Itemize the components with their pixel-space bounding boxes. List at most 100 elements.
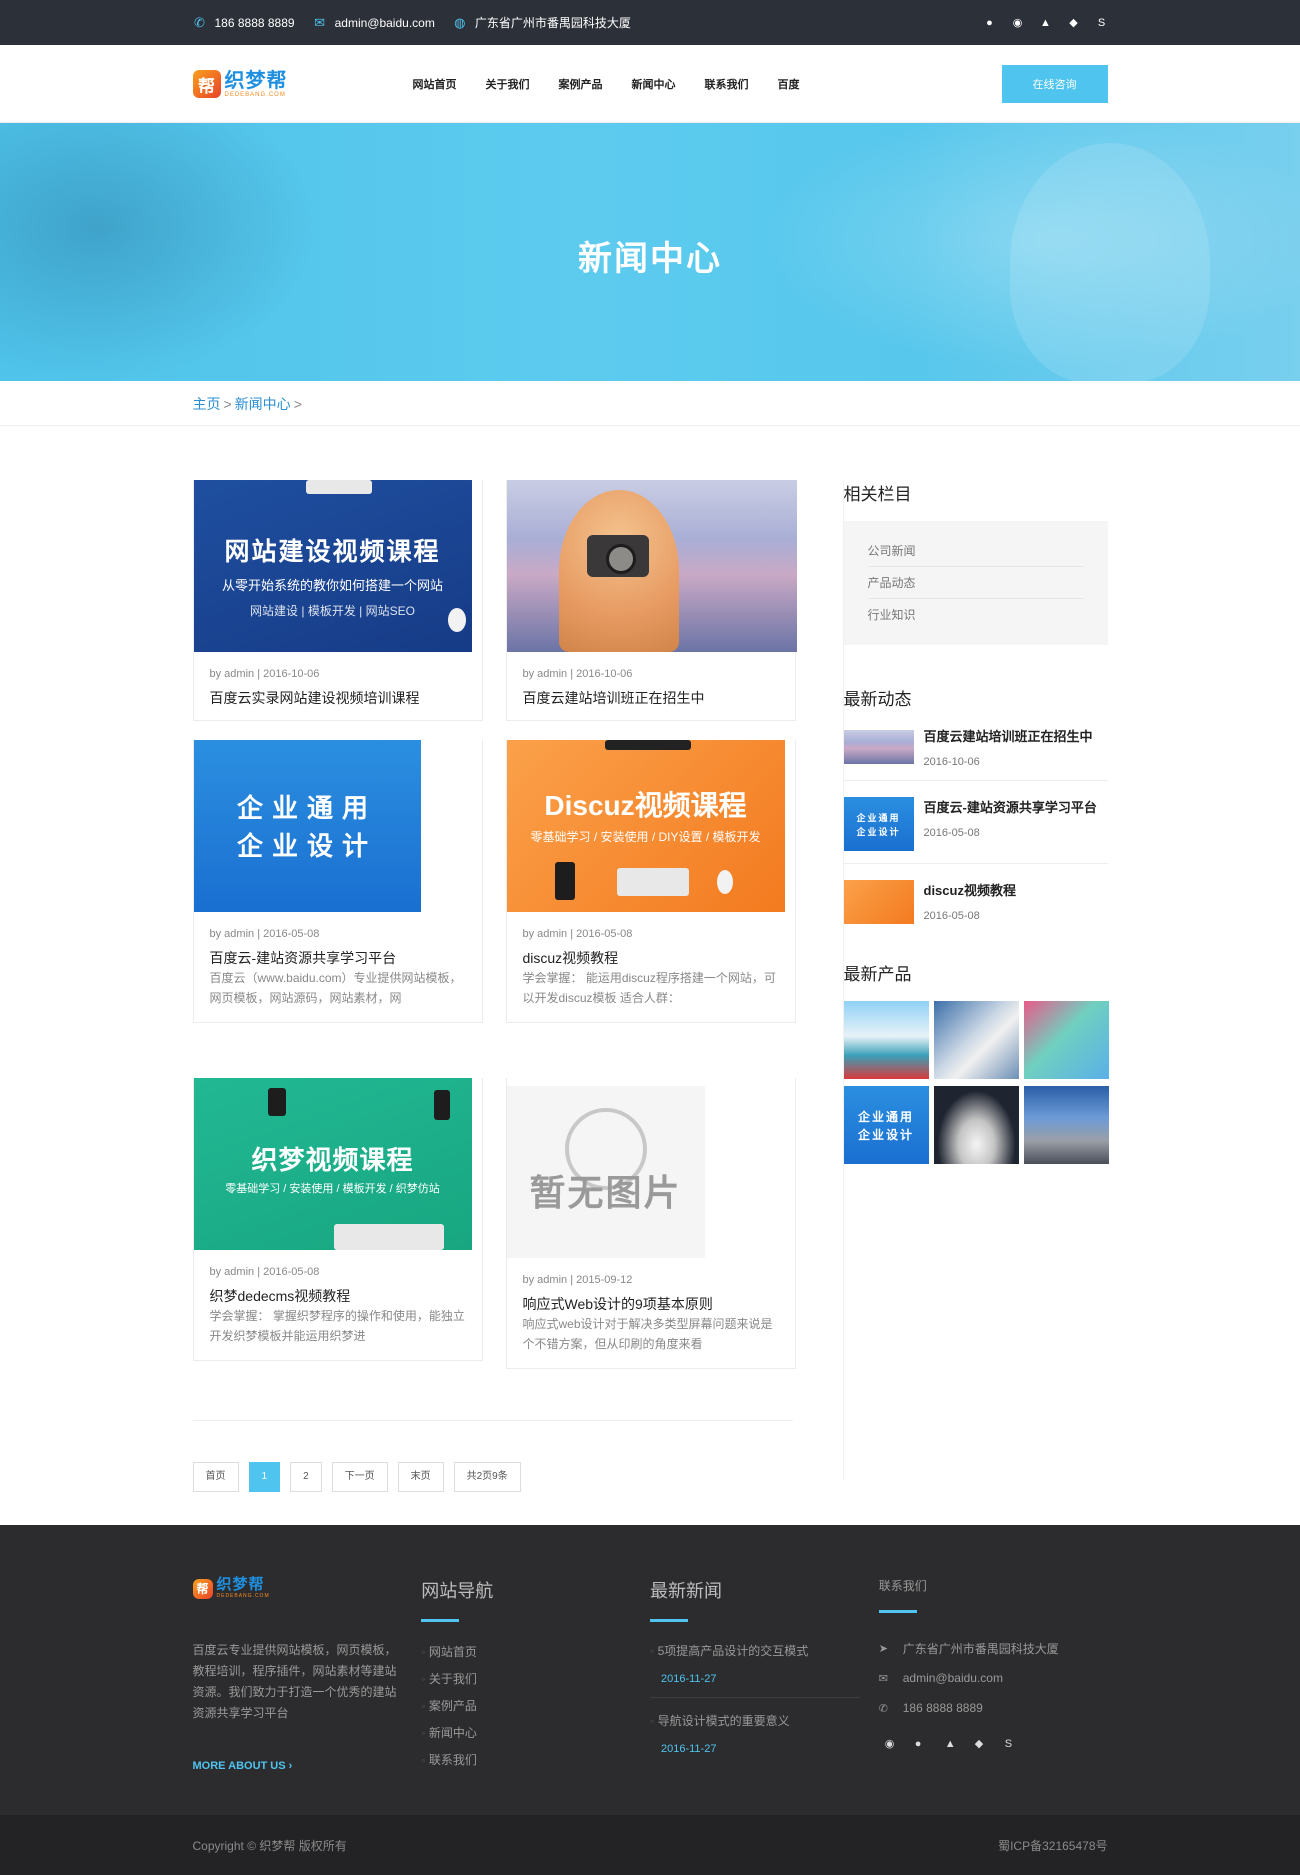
breadcrumb-separator: > xyxy=(293,395,302,412)
footer-logo[interactable]: 帮 织梦帮 DEDEBANG.COM xyxy=(192,1577,422,1600)
article-desc: 学会掌握： 掌握织梦程序的操作和使用，能独立开发织梦模板并能运用织梦进 xyxy=(209,1309,465,1343)
footer-accent-bar xyxy=(878,1610,917,1613)
latest-title-link[interactable]: 百度云-建站资源共享学习平台 xyxy=(924,800,1097,815)
article-thumb[interactable]: 网站建设视频课程 从零开始系统的教你如何搭建一个网站 网站建设 | 模板开发 |… xyxy=(193,480,472,652)
latest-item[interactable]: discuz视频教程 2016-05-08 xyxy=(843,880,1108,936)
footer-news-item[interactable]: 导航设计模式的重要意义 2016-11-27 xyxy=(650,1712,860,1767)
footer-news-title-link[interactable]: 5项提高产品设计的交互模式 xyxy=(650,1642,860,1659)
wechat-icon[interactable]: ● xyxy=(984,17,996,29)
article-card[interactable]: by admin | 2016-10-06 百度云建站培训班正在招生中 xyxy=(505,480,797,721)
skype-icon[interactable]: S xyxy=(1005,1738,1017,1750)
qq-icon[interactable]: ▲ xyxy=(1040,17,1052,29)
article-title[interactable]: 百度云实录网站建设视频培训课程 xyxy=(210,690,420,706)
nav-item-home[interactable]: 网站首页 xyxy=(413,76,457,92)
latest-item[interactable]: 百度云建站培训班正在招生中 2016-10-06 xyxy=(843,726,1108,781)
copyright-text: Copyright © 织梦帮 版权所有 xyxy=(192,1838,347,1853)
latest-title-link[interactable]: discuz视频教程 xyxy=(924,883,1016,898)
article-card[interactable]: 织梦视频课程 零基础学习 / 安装使用 / 模板开发 / 织梦仿站 by adm… xyxy=(192,1078,483,1361)
breadcrumb-separator: > xyxy=(223,395,232,412)
weibo-icon[interactable]: ◉ xyxy=(885,1737,897,1750)
topbar-address: ◍ 广东省广州市番禺园科技大厦 xyxy=(453,14,631,31)
latest-date: 2016-05-08 xyxy=(923,910,980,922)
page-next[interactable]: 下一页 xyxy=(331,1462,388,1492)
consult-button[interactable]: 在线咨询 xyxy=(1001,65,1108,103)
footer-link[interactable]: 网站首页 xyxy=(421,1642,650,1669)
latest-item[interactable]: 企业通用 企业设计 百度云-建站资源共享学习平台 2016-05-08 xyxy=(843,797,1108,864)
article-thumb[interactable]: 暂无图片 xyxy=(506,1086,705,1258)
article-body: by admin | 2016-05-08 百度云-建站资源共享学习平台 百度云… xyxy=(194,912,482,1022)
contact-email-text[interactable]: admin@baidu.com xyxy=(903,1671,1003,1685)
logo-mark-icon: 帮 xyxy=(192,1578,213,1599)
article-title[interactable]: 百度云-建站资源共享学习平台 xyxy=(210,950,397,966)
category-item[interactable]: 公司新闻 xyxy=(867,535,1084,567)
latest-thumb[interactable]: 企业通用 企业设计 xyxy=(843,797,914,851)
more-about-link[interactable]: MORE ABOUT US › xyxy=(193,1760,422,1772)
product-thumb[interactable] xyxy=(1023,1001,1109,1079)
article-title[interactable]: 百度云建站培训班正在招生中 xyxy=(523,690,705,706)
article-thumb[interactable]: Discuz视频课程 零基础学习 / 安装使用 / DIY设置 / 模板开发 xyxy=(506,740,785,912)
article-card[interactable]: Discuz视频课程 零基础学习 / 安装使用 / DIY设置 / 模板开发 b… xyxy=(505,740,796,1023)
footer-link[interactable]: 新闻中心 xyxy=(421,1723,650,1750)
footer-news-title-link[interactable]: 导航设计模式的重要意义 xyxy=(650,1712,860,1729)
latest-title-link[interactable]: 百度云建站培训班正在招生中 xyxy=(924,729,1093,744)
product-thumb[interactable] xyxy=(843,1001,929,1079)
latest-date: 2016-05-08 xyxy=(923,827,980,839)
article-thumb[interactable]: 企业通用 企业设计 xyxy=(193,740,421,912)
products-title: 最新产品 xyxy=(843,965,912,984)
page-2[interactable]: 2 xyxy=(290,1462,322,1492)
article-card[interactable]: 网站建设视频课程 从零开始系统的教你如何搭建一个网站 网站建设 | 模板开发 |… xyxy=(192,480,483,721)
topbar-address-text: 广东省广州市番禺园科技大厦 xyxy=(474,16,631,30)
top-bar: ✆ 186 8888 8889 ✉ admin@baidu.com ◍ 广东省广… xyxy=(0,0,1300,45)
article-title[interactable]: discuz视频教程 xyxy=(523,950,619,966)
article-title[interactable]: 响应式Web设计的9项基本原则 xyxy=(523,1296,713,1312)
weibo-icon[interactable]: ◉ xyxy=(1012,17,1024,29)
footer-contact-address: ➤ 广东省广州市番禺园科技大厦 xyxy=(879,1633,1108,1663)
topbar-email-text[interactable]: admin@baidu.com xyxy=(335,16,435,30)
mail-icon: ✉ xyxy=(878,1672,888,1685)
latest-list: 百度云建站培训班正在招生中 2016-10-06 企业通用 企业设计 百度云-建… xyxy=(843,726,1108,936)
nav-item-news[interactable]: 新闻中心 xyxy=(632,76,676,92)
icp-license[interactable]: 蜀ICP备32165478号 xyxy=(998,1837,1107,1854)
footer-news-item[interactable]: 5项提高产品设计的交互模式 2016-11-27 xyxy=(650,1642,860,1698)
page-first[interactable]: 首页 xyxy=(192,1462,239,1492)
article-title[interactable]: 织梦dedecms视频教程 xyxy=(210,1288,351,1304)
sidebar: 相关栏目 公司新闻 产品动态 行业知识 最新动态 百度云建站培训班正在招生中 2… xyxy=(842,480,1109,1480)
product-thumb[interactable]: 企业通用 企业设计 xyxy=(843,1086,929,1164)
latest-thumb[interactable] xyxy=(843,730,914,764)
article-card[interactable]: 企业通用 企业设计 by admin | 2016-05-08 百度云-建站资源… xyxy=(192,740,483,1023)
thumb-subtitle: 零基础学习 / 安装使用 / 模板开发 / 织梦仿站 xyxy=(225,1183,440,1195)
wechat-icon[interactable]: ● xyxy=(915,1738,927,1750)
latest-thumb[interactable] xyxy=(843,880,914,924)
topbar-phone-text: 186 8888 8889 xyxy=(214,15,295,30)
site-logo[interactable]: 帮 织梦帮 DEDEBANG.COM xyxy=(192,70,413,99)
nav-item-cases[interactable]: 案例产品 xyxy=(559,76,603,92)
footer-link[interactable]: 联系我们 xyxy=(421,1750,650,1777)
topbar-email[interactable]: ✉ admin@baidu.com xyxy=(313,15,435,30)
skype-icon[interactable]: S xyxy=(1096,17,1108,29)
nav-item-baidu[interactable]: 百度 xyxy=(778,76,800,92)
nav-item-contact[interactable]: 联系我们 xyxy=(705,76,749,92)
chat-icon[interactable]: ◆ xyxy=(975,1737,987,1750)
nav-item-about[interactable]: 关于我们 xyxy=(486,76,530,92)
breadcrumb-home[interactable]: 主页 xyxy=(193,394,221,414)
footer-contact-email[interactable]: ✉ admin@baidu.com xyxy=(879,1663,1108,1693)
page-1[interactable]: 1 xyxy=(248,1462,281,1492)
qq-icon[interactable]: ▲ xyxy=(945,1738,957,1750)
product-thumb[interactable] xyxy=(933,1001,1019,1079)
article-card[interactable]: 暂无图片 by admin | 2015-09-12 响应式Web设计的9项基本… xyxy=(505,1078,796,1369)
breadcrumb: 主页 > 新闻中心 > xyxy=(0,381,1300,426)
chat-icon[interactable]: ◆ xyxy=(1068,17,1080,29)
product-thumb[interactable] xyxy=(1023,1086,1109,1164)
footer-link[interactable]: 案例产品 xyxy=(421,1696,650,1723)
more-about-label[interactable]: MORE ABOUT US xyxy=(193,1760,286,1772)
category-item[interactable]: 产品动态 xyxy=(867,567,1084,599)
footer-contact: 联系我们 ➤ 广东省广州市番禺园科技大厦 ✉ admin@baidu.com ✆ 18… xyxy=(878,1577,1108,1781)
article-thumb[interactable] xyxy=(506,480,797,652)
category-item[interactable]: 行业知识 xyxy=(868,599,1084,631)
page-last[interactable]: 末页 xyxy=(397,1462,444,1492)
breadcrumb-current[interactable]: 新闻中心 xyxy=(235,394,291,414)
footer-link[interactable]: 关于我们 xyxy=(421,1669,650,1696)
product-thumb[interactable] xyxy=(933,1086,1019,1164)
article-thumb[interactable]: 织梦视频课程 零基础学习 / 安装使用 / 模板开发 / 织梦仿站 xyxy=(193,1078,472,1250)
article-meta: by admin | 2016-05-08 xyxy=(209,1266,320,1278)
